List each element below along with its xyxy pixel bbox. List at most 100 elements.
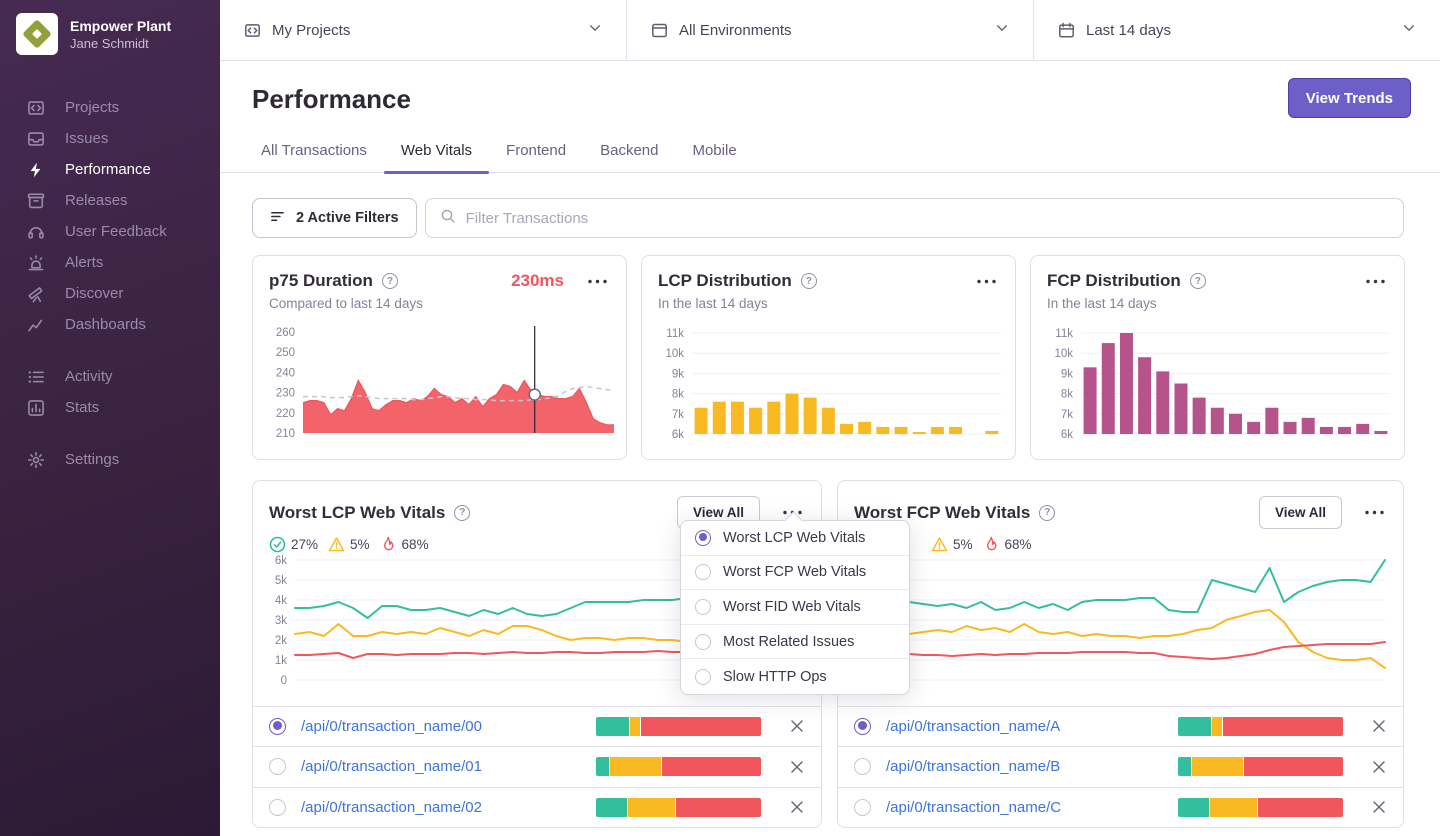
menu-item-label: Worst LCP Web Vitals xyxy=(723,529,866,546)
dismiss-row-button[interactable] xyxy=(789,759,805,775)
help-icon[interactable]: ? xyxy=(1039,504,1056,521)
transaction-link[interactable]: /api/0/transaction_name/A xyxy=(886,718,1060,735)
active-filters-button[interactable]: 2 Active Filters xyxy=(252,198,417,238)
card-header: FCP Distribution ? xyxy=(1031,256,1404,291)
menu-item-most-related-issues[interactable]: Most Related Issues xyxy=(681,625,909,660)
row-radio[interactable] xyxy=(269,717,286,735)
tab-web-vitals[interactable]: Web Vitals xyxy=(383,142,490,174)
transaction-link[interactable]: /api/0/transaction_name/C xyxy=(886,799,1061,816)
card-menu-button[interactable] xyxy=(1362,508,1387,517)
sidebar-item-label: Releases xyxy=(65,192,128,209)
table-row: /api/0/transaction_name/00 xyxy=(253,705,821,747)
dismiss-row-button[interactable] xyxy=(1371,718,1387,734)
sidebar-nav: Projects Issues Performance Releases User Fe… xyxy=(0,92,220,475)
sidebar-item-issues[interactable]: Issues xyxy=(0,123,220,154)
card-subtitle: In the last 14 days xyxy=(1047,296,1157,311)
page-title: Performance xyxy=(252,84,411,114)
svg-text:2k: 2k xyxy=(275,635,287,647)
ellipsis-icon xyxy=(1365,510,1384,515)
menu-item-slow-http-ops[interactable]: Slow HTTP Ops xyxy=(681,659,909,694)
dismiss-row-button[interactable] xyxy=(1371,799,1387,815)
view-trends-button[interactable]: View Trends xyxy=(1287,78,1411,118)
dismiss-row-button[interactable] xyxy=(789,718,805,734)
menu-item-label: Worst FCP Web Vitals xyxy=(723,564,867,581)
card-p75-duration: p75 Duration ? 230ms Compared to last 14… xyxy=(252,255,627,460)
sidebar-item-settings[interactable]: Settings xyxy=(0,444,220,475)
view-all-button[interactable]: View All xyxy=(1258,496,1342,529)
sidebar-item-releases[interactable]: Releases xyxy=(0,185,220,216)
help-icon[interactable]: ? xyxy=(800,273,817,289)
sidebar-item-performance[interactable]: Performance xyxy=(0,154,220,185)
bar-poor-segment xyxy=(1244,757,1343,777)
svg-text:3k: 3k xyxy=(275,615,287,627)
row-radio[interactable] xyxy=(269,798,286,816)
menu-item-worst-fid-web-vitals[interactable]: Worst FID Web Vitals xyxy=(681,590,909,625)
search-icon xyxy=(440,208,456,229)
row-radio[interactable] xyxy=(854,798,871,816)
search-input[interactable] xyxy=(465,209,1389,227)
svg-text:260: 260 xyxy=(276,327,295,339)
sidebar-item-stats[interactable]: Stats xyxy=(0,392,220,423)
table-row: /api/0/transaction_name/B xyxy=(838,746,1403,787)
close-icon xyxy=(791,720,803,732)
sidebar-item-label: Discover xyxy=(65,285,124,302)
topbar-filter-my-projects[interactable]: My Projects xyxy=(220,0,626,60)
svg-text:6k: 6k xyxy=(275,555,287,567)
p75-duration-chart: 260 250 240 230 220 210 xyxy=(265,322,620,458)
page-header: Performance View Trends All Transactions… xyxy=(220,61,1440,174)
menu-item-label: Slow HTTP Ops xyxy=(723,668,827,685)
row-radio[interactable] xyxy=(269,758,286,776)
bar-poor-segment xyxy=(1257,797,1343,817)
transaction-link[interactable]: /api/0/transaction_name/B xyxy=(886,758,1060,775)
dismiss-row-button[interactable] xyxy=(789,799,805,815)
svg-text:4k: 4k xyxy=(275,595,287,607)
bar-poor-segment xyxy=(1222,716,1343,736)
transaction-list: /api/0/transaction_name/A /api/0/transac… xyxy=(838,705,1403,828)
topbar-filter-all-environments[interactable]: All Environments xyxy=(626,0,1033,60)
tab-label: All Transactions xyxy=(261,142,367,159)
tab-label: Backend xyxy=(600,142,659,159)
help-icon[interactable]: ? xyxy=(1189,273,1206,289)
sidebar-item-dashboards[interactable]: Dashboards xyxy=(0,309,220,340)
row-radio[interactable] xyxy=(854,717,871,735)
svg-text:5k: 5k xyxy=(275,575,287,587)
card-header: Worst FCP Web Vitals ? View All xyxy=(838,481,1403,529)
dismiss-row-button[interactable] xyxy=(1371,759,1387,775)
topbar: My Projects All Environments Last 14 days xyxy=(220,0,1440,61)
org-text: Empower Plant Jane Schmidt xyxy=(70,18,171,51)
org-switcher[interactable]: Empower Plant Jane Schmidt xyxy=(0,0,220,68)
sidebar-item-activity[interactable]: Activity xyxy=(0,361,220,392)
sidebar-item-projects[interactable]: Projects xyxy=(0,92,220,123)
chevron-down-icon xyxy=(995,21,1009,39)
tab-mobile[interactable]: Mobile xyxy=(675,142,753,172)
topbar-filter-last-14-days[interactable]: Last 14 days xyxy=(1033,0,1440,60)
tab-label: Frontend xyxy=(506,142,567,159)
transaction-link[interactable]: /api/0/transaction_name/02 xyxy=(301,799,482,816)
sidebar-item-label: User Feedback xyxy=(65,223,167,240)
transaction-link[interactable]: /api/0/transaction_name/00 xyxy=(301,718,482,735)
card-menu-button[interactable] xyxy=(585,277,610,286)
card-menu-button[interactable] xyxy=(1363,277,1388,286)
svg-text:1k: 1k xyxy=(275,655,287,667)
card-subtitle: Compared to last 14 days xyxy=(269,296,423,311)
sidebar-item-discover[interactable]: Discover xyxy=(0,278,220,309)
card-menu-button[interactable] xyxy=(974,277,999,286)
stats-icon xyxy=(28,399,44,416)
tab-frontend[interactable]: Frontend xyxy=(489,142,583,172)
transaction-link[interactable]: /api/0/transaction_name/01 xyxy=(301,758,482,775)
tab-backend[interactable]: Backend xyxy=(583,142,675,172)
help-icon[interactable]: ? xyxy=(381,273,398,289)
menu-item-worst-lcp-web-vitals[interactable]: Worst LCP Web Vitals xyxy=(681,521,909,556)
table-row: /api/0/transaction_name/01 xyxy=(253,746,821,787)
sidebar-item-alerts[interactable]: Alerts xyxy=(0,247,220,278)
card-fcp-distribution: FCP Distribution ? In the last 14 days 1… xyxy=(1030,255,1405,460)
vitals-distribution-bar xyxy=(596,716,761,736)
menu-item-worst-fcp-web-vitals[interactable]: Worst FCP Web Vitals xyxy=(681,556,909,591)
tab-all-transactions[interactable]: All Transactions xyxy=(244,142,384,172)
help-icon[interactable]: ? xyxy=(454,504,471,521)
row-radio[interactable] xyxy=(854,758,871,776)
svg-text:6k: 6k xyxy=(672,429,684,441)
sidebar-item-user-feedback[interactable]: User Feedback xyxy=(0,216,220,247)
org-user: Jane Schmidt xyxy=(70,35,149,51)
svg-text:11k: 11k xyxy=(666,328,684,340)
